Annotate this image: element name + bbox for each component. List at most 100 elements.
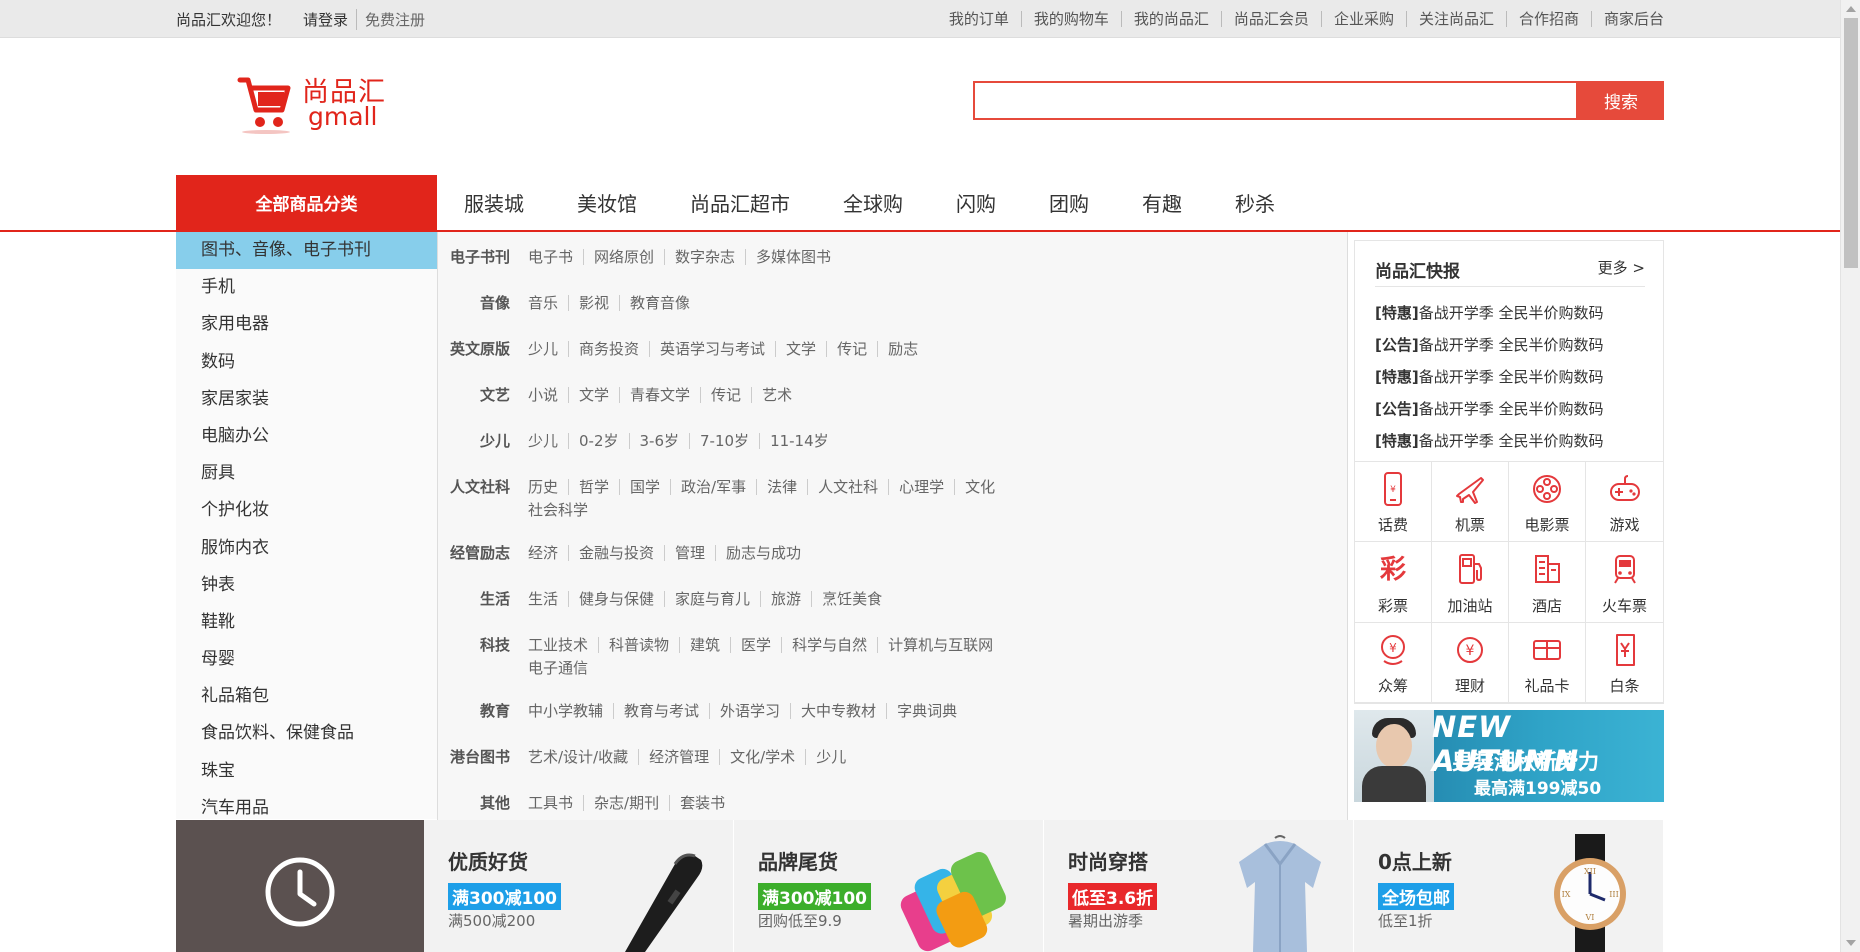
subcategory-title[interactable]: 英文原版 xyxy=(438,338,516,361)
subcategory-link[interactable]: 生活 xyxy=(516,591,568,607)
subcategory-link[interactable]: 社会科学 xyxy=(516,502,598,518)
category-item-shoes[interactable]: 鞋靴 xyxy=(176,604,437,641)
subcategory-link[interactable]: 杂志/期刊 xyxy=(583,795,669,811)
search-button[interactable]: 搜索 xyxy=(1578,81,1664,120)
top-link-cart[interactable]: 我的购物车 xyxy=(1020,11,1121,27)
subcategory-link[interactable]: 大中专教材 xyxy=(790,703,886,719)
subcategory-link[interactable]: 法律 xyxy=(756,479,807,495)
subcategory-link[interactable]: 励志与成功 xyxy=(715,545,811,561)
subcategory-link[interactable]: 健身与保健 xyxy=(568,591,664,607)
register-link[interactable]: 免费注册 xyxy=(357,9,425,30)
service-flight[interactable]: 机票 xyxy=(1432,462,1509,543)
login-link[interactable]: 请登录 xyxy=(303,8,358,30)
top-link-partner[interactable]: 合作招商 xyxy=(1505,11,1591,27)
service-gas[interactable]: 加油站 xyxy=(1432,542,1509,623)
nav-item-seckill[interactable]: 秒杀 xyxy=(1235,188,1275,217)
subcategory-link[interactable]: 中小学教辅 xyxy=(516,703,613,719)
category-item-bags[interactable]: 礼品箱包 xyxy=(176,678,437,715)
subcategory-link[interactable]: 传记 xyxy=(700,387,751,403)
top-link-my-account[interactable]: 我的尚品汇 xyxy=(1120,11,1221,27)
subcategory-link[interactable]: 人文社科 xyxy=(807,479,888,495)
subcategory-link[interactable]: 工业技术 xyxy=(516,637,598,653)
subcategory-link[interactable]: 影视 xyxy=(568,295,619,311)
subcategory-link[interactable]: 电子书 xyxy=(516,249,583,265)
subcategory-title[interactable]: 科技 xyxy=(438,634,516,680)
subcategory-link[interactable]: 管理 xyxy=(664,545,715,561)
subcategory-link[interactable]: 套装书 xyxy=(669,795,735,811)
deal-card-new[interactable]: 0点上新 全场包邮 低至1折 XII III VI IX xyxy=(1354,820,1664,952)
subcategory-link[interactable]: 多媒体图书 xyxy=(745,249,841,265)
category-item-appliances[interactable]: 家用电器 xyxy=(176,306,437,343)
category-item-books[interactable]: 图书、音像、电子书刊 xyxy=(176,232,437,270)
subcategory-title[interactable]: 其他 xyxy=(438,792,516,815)
category-item-kitchen[interactable]: 厨具 xyxy=(176,455,437,492)
subcategory-link[interactable]: 文学 xyxy=(775,341,826,357)
scrollbar-thumb[interactable] xyxy=(1844,18,1858,268)
service-phone[interactable]: ¥ 话费 xyxy=(1355,462,1432,543)
subcategory-link[interactable]: 少儿 xyxy=(805,749,856,765)
subcategory-link[interactable]: 教育音像 xyxy=(619,295,700,311)
scroll-up-arrow-icon[interactable] xyxy=(1846,6,1856,12)
deal-card-quality[interactable]: 优质好货 满300减100 满500减200 xyxy=(424,820,734,952)
subcategory-title[interactable]: 生活 xyxy=(438,588,516,611)
subcategory-title[interactable]: 文艺 xyxy=(438,384,516,407)
news-item[interactable]: [特惠]备战开学季 全民半价购数码 xyxy=(1375,297,1604,329)
subcategory-link[interactable]: 经济管理 xyxy=(638,749,719,765)
top-link-seller[interactable]: 商家后台 xyxy=(1590,11,1664,27)
category-item-auto[interactable]: 汽车用品 xyxy=(176,790,437,819)
subcategory-link[interactable]: 哲学 xyxy=(568,479,619,495)
subcategory-title[interactable]: 电子书刊 xyxy=(438,246,516,269)
subcategory-link[interactable]: 青春文学 xyxy=(619,387,700,403)
subcategory-link[interactable]: 励志 xyxy=(877,341,928,357)
subcategory-link[interactable]: 家庭与育儿 xyxy=(664,591,760,607)
subcategory-title[interactable]: 人文社科 xyxy=(438,476,516,522)
news-item[interactable]: [特惠]备战开学季 全民半价购数码 xyxy=(1375,425,1604,457)
autumn-banner[interactable]: NEW AUTUMN 男装潮秋新势力 最高满199减50 xyxy=(1354,710,1664,802)
category-item-jewelry[interactable]: 珠宝 xyxy=(176,753,437,790)
subcategory-link[interactable]: 文学 xyxy=(568,387,619,403)
subcategory-link[interactable]: 建筑 xyxy=(679,637,730,653)
subcategory-link[interactable]: 艺术 xyxy=(751,387,802,403)
subcategory-link[interactable]: 金融与投资 xyxy=(568,545,664,561)
category-item-cosmetics[interactable]: 个护化妆 xyxy=(176,492,437,529)
subcategory-link[interactable]: 数字杂志 xyxy=(664,249,745,265)
subcategory-link[interactable]: 旅游 xyxy=(760,591,811,607)
category-item-food[interactable]: 食品饮料、保健食品 xyxy=(176,715,437,752)
service-movie[interactable]: 电影票 xyxy=(1509,462,1586,543)
category-item-apparel[interactable]: 服饰内衣 xyxy=(176,530,437,567)
nav-item-group[interactable]: 团购 xyxy=(1049,188,1089,217)
news-item[interactable]: [公告]备战开学季 全民半价购数码 xyxy=(1375,329,1604,361)
subcategory-link[interactable]: 0-2岁 xyxy=(568,433,629,449)
service-game[interactable]: 游戏 xyxy=(1586,462,1663,543)
category-item-home[interactable]: 家居家装 xyxy=(176,381,437,418)
category-item-computer[interactable]: 电脑办公 xyxy=(176,418,437,455)
subcategory-link[interactable]: 烹饪美食 xyxy=(811,591,892,607)
scroll-down-arrow-icon[interactable] xyxy=(1846,940,1856,946)
news-item[interactable]: [公告]备战开学季 全民半价购数码 xyxy=(1375,393,1604,425)
page-scrollbar[interactable] xyxy=(1840,0,1860,952)
subcategory-title[interactable]: 经管励志 xyxy=(438,542,516,565)
subcategory-link[interactable]: 文化/学术 xyxy=(719,749,805,765)
nav-item-beauty[interactable]: 美妆馆 xyxy=(577,188,637,217)
deal-card-fashion[interactable]: 时尚穿搭 低至3.6折 暑期出游季 xyxy=(1044,820,1354,952)
subcategory-link[interactable]: 外语学习 xyxy=(709,703,790,719)
subcategory-title[interactable]: 音像 xyxy=(438,292,516,315)
subcategory-link[interactable]: 政治/军事 xyxy=(670,479,756,495)
subcategory-title[interactable]: 少儿 xyxy=(438,430,516,453)
subcategory-link[interactable]: 文化 xyxy=(954,479,1005,495)
nav-item-fun[interactable]: 有趣 xyxy=(1142,188,1182,217)
subcategory-link[interactable]: 少儿 xyxy=(516,433,568,449)
category-item-phone[interactable]: 手机 xyxy=(176,269,437,306)
nav-item-flash[interactable]: 闪购 xyxy=(956,188,996,217)
subcategory-link[interactable]: 商务投资 xyxy=(568,341,649,357)
top-link-follow[interactable]: 关注尚品汇 xyxy=(1405,11,1506,27)
logo[interactable]: 尚品汇 gmall xyxy=(236,66,386,138)
all-categories-button[interactable]: 全部商品分类 xyxy=(176,175,437,230)
subcategory-link[interactable]: 科普读物 xyxy=(598,637,679,653)
subcategory-link[interactable]: 教育与考试 xyxy=(613,703,709,719)
deal-card-brand[interactable]: 品牌尾货 满300减100 团购低至9.9 xyxy=(734,820,1044,952)
service-hotel[interactable]: 酒店 xyxy=(1509,542,1586,623)
subcategory-link[interactable]: 心理学 xyxy=(888,479,954,495)
subcategory-link[interactable]: 英语学习与考试 xyxy=(649,341,775,357)
search-input[interactable] xyxy=(973,81,1578,120)
